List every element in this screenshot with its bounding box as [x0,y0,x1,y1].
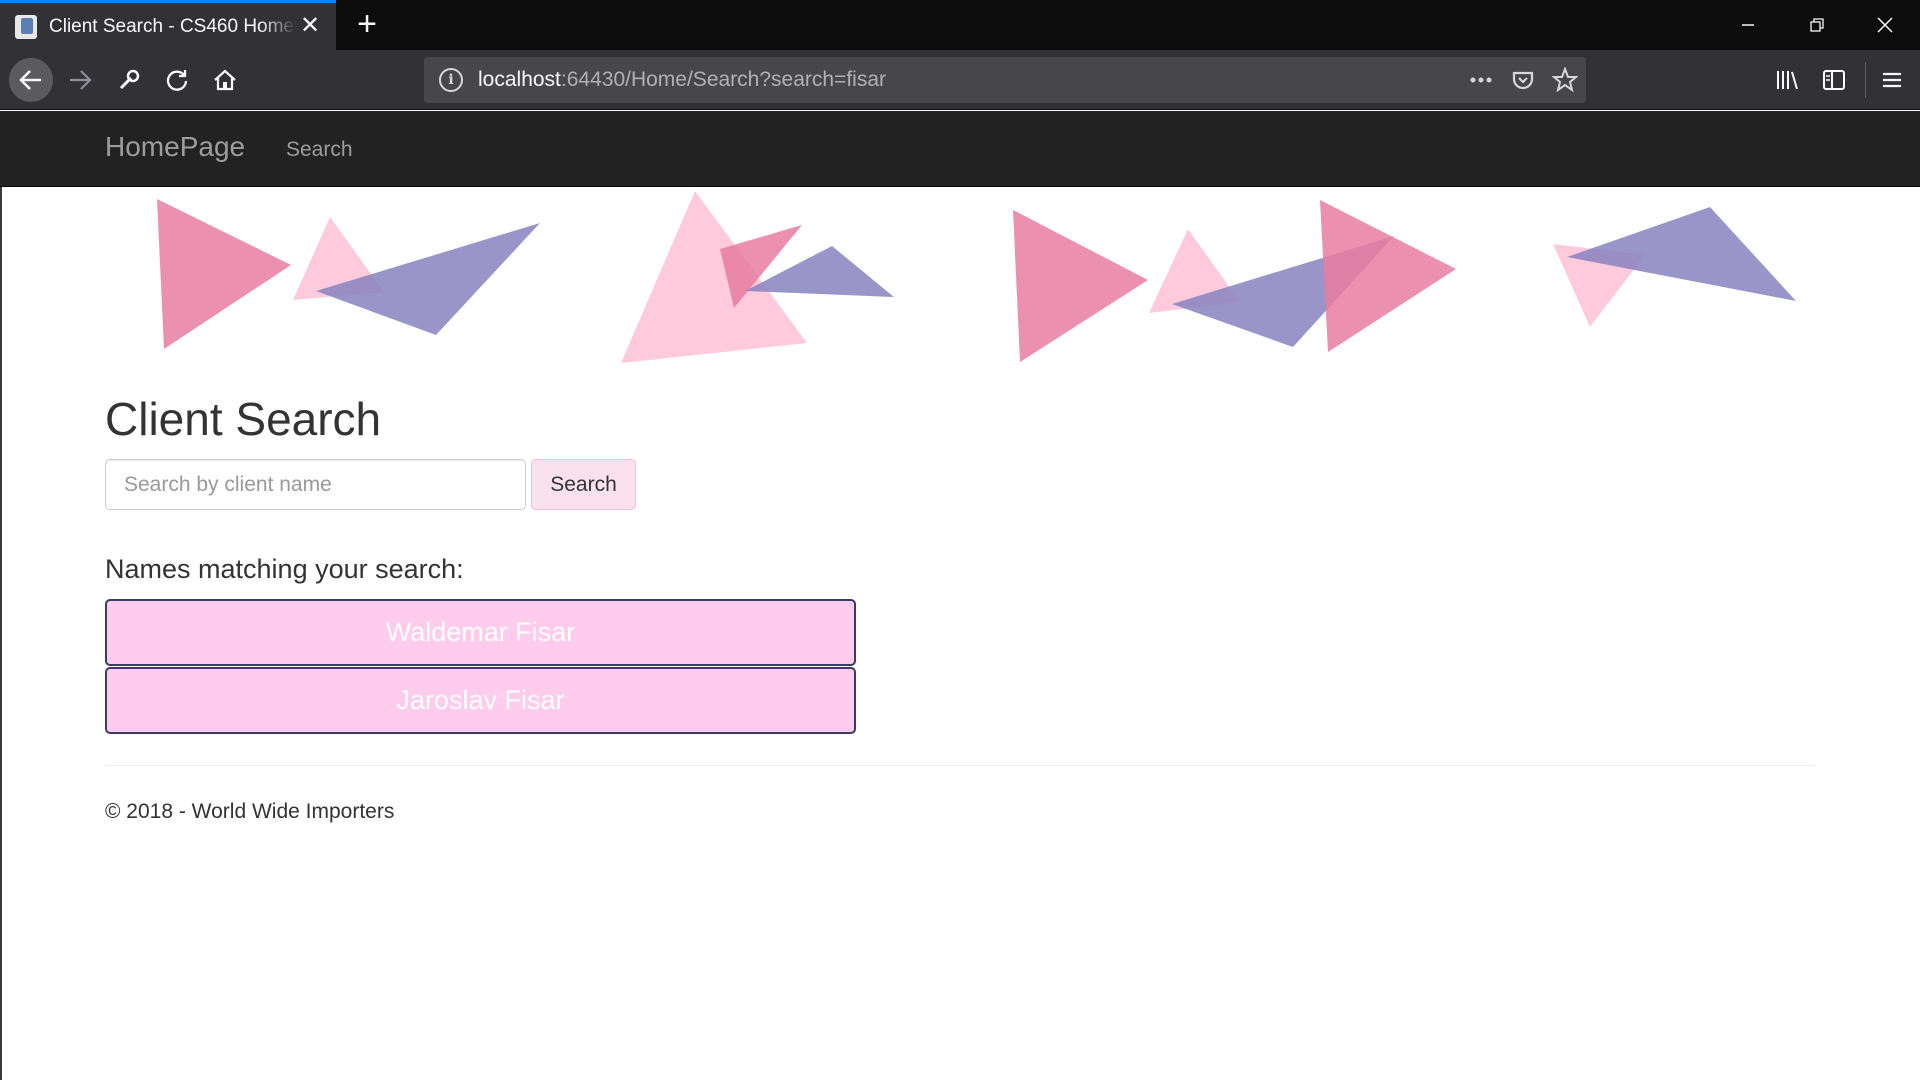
footer-copyright: © 2018 - World Wide Importers [105,800,395,823]
footer-divider [105,765,1815,766]
site-info-icon[interactable]: i [439,68,463,92]
back-arrow-icon[interactable] [9,58,53,102]
search-button[interactable]: Search [531,459,636,510]
result-item-waldemar-fisar[interactable]: Waldemar Fisar [105,599,856,666]
tab-title: Client Search - CS460 Homework [49,15,297,37]
url-text[interactable]: localhost:64430/Home/Search?search=fisar [478,68,886,92]
minimize-window-icon[interactable] [1713,0,1783,50]
client-search-input[interactable] [105,459,526,510]
result-item-jaroslav-fisar[interactable]: Jaroslav Fisar [105,667,856,734]
forward-arrow-icon[interactable] [58,58,102,102]
reload-icon[interactable] [155,58,199,102]
address-bar[interactable]: i localhost:64430/Home/Search?search=fis… [424,57,1586,103]
results-heading: Names matching your search: [105,554,464,584]
page-favicon-icon [15,14,37,39]
nav-search-link[interactable]: Search [286,138,353,162]
brand-homepage-link[interactable]: HomePage [105,131,245,163]
browser-tab-active[interactable]: Client Search - CS460 Homework ✕ [0,0,336,50]
browser-toolbar: i localhost:64430/Home/Search?search=fis… [0,50,1920,110]
wrench-icon[interactable] [107,58,151,102]
library-icon[interactable] [1765,58,1809,102]
triangle-banner-image [157,191,1796,363]
sidebar-toggle-icon[interactable] [1812,58,1856,102]
home-icon[interactable] [203,58,247,102]
pocket-icon[interactable] [1502,68,1544,92]
bookmark-star-icon[interactable] [1544,67,1586,93]
tab-close-icon[interactable]: ✕ [298,14,322,38]
hamburger-menu-icon[interactable] [1870,58,1914,102]
new-tab-plus-icon[interactable]: + [350,7,384,42]
toolbar-separator [1865,62,1866,98]
close-window-icon[interactable] [1850,0,1920,50]
page-actions-ellipsis-icon[interactable] [1460,76,1502,84]
site-navbar: HomePage Search [0,111,1920,187]
restore-window-icon[interactable] [1782,0,1852,50]
browser-tab-bar: Client Search - CS460 Homework ✕ + [0,0,1920,50]
results-list: Waldemar Fisar Jaroslav Fisar [105,599,856,735]
page-title: Client Search [105,393,382,445]
